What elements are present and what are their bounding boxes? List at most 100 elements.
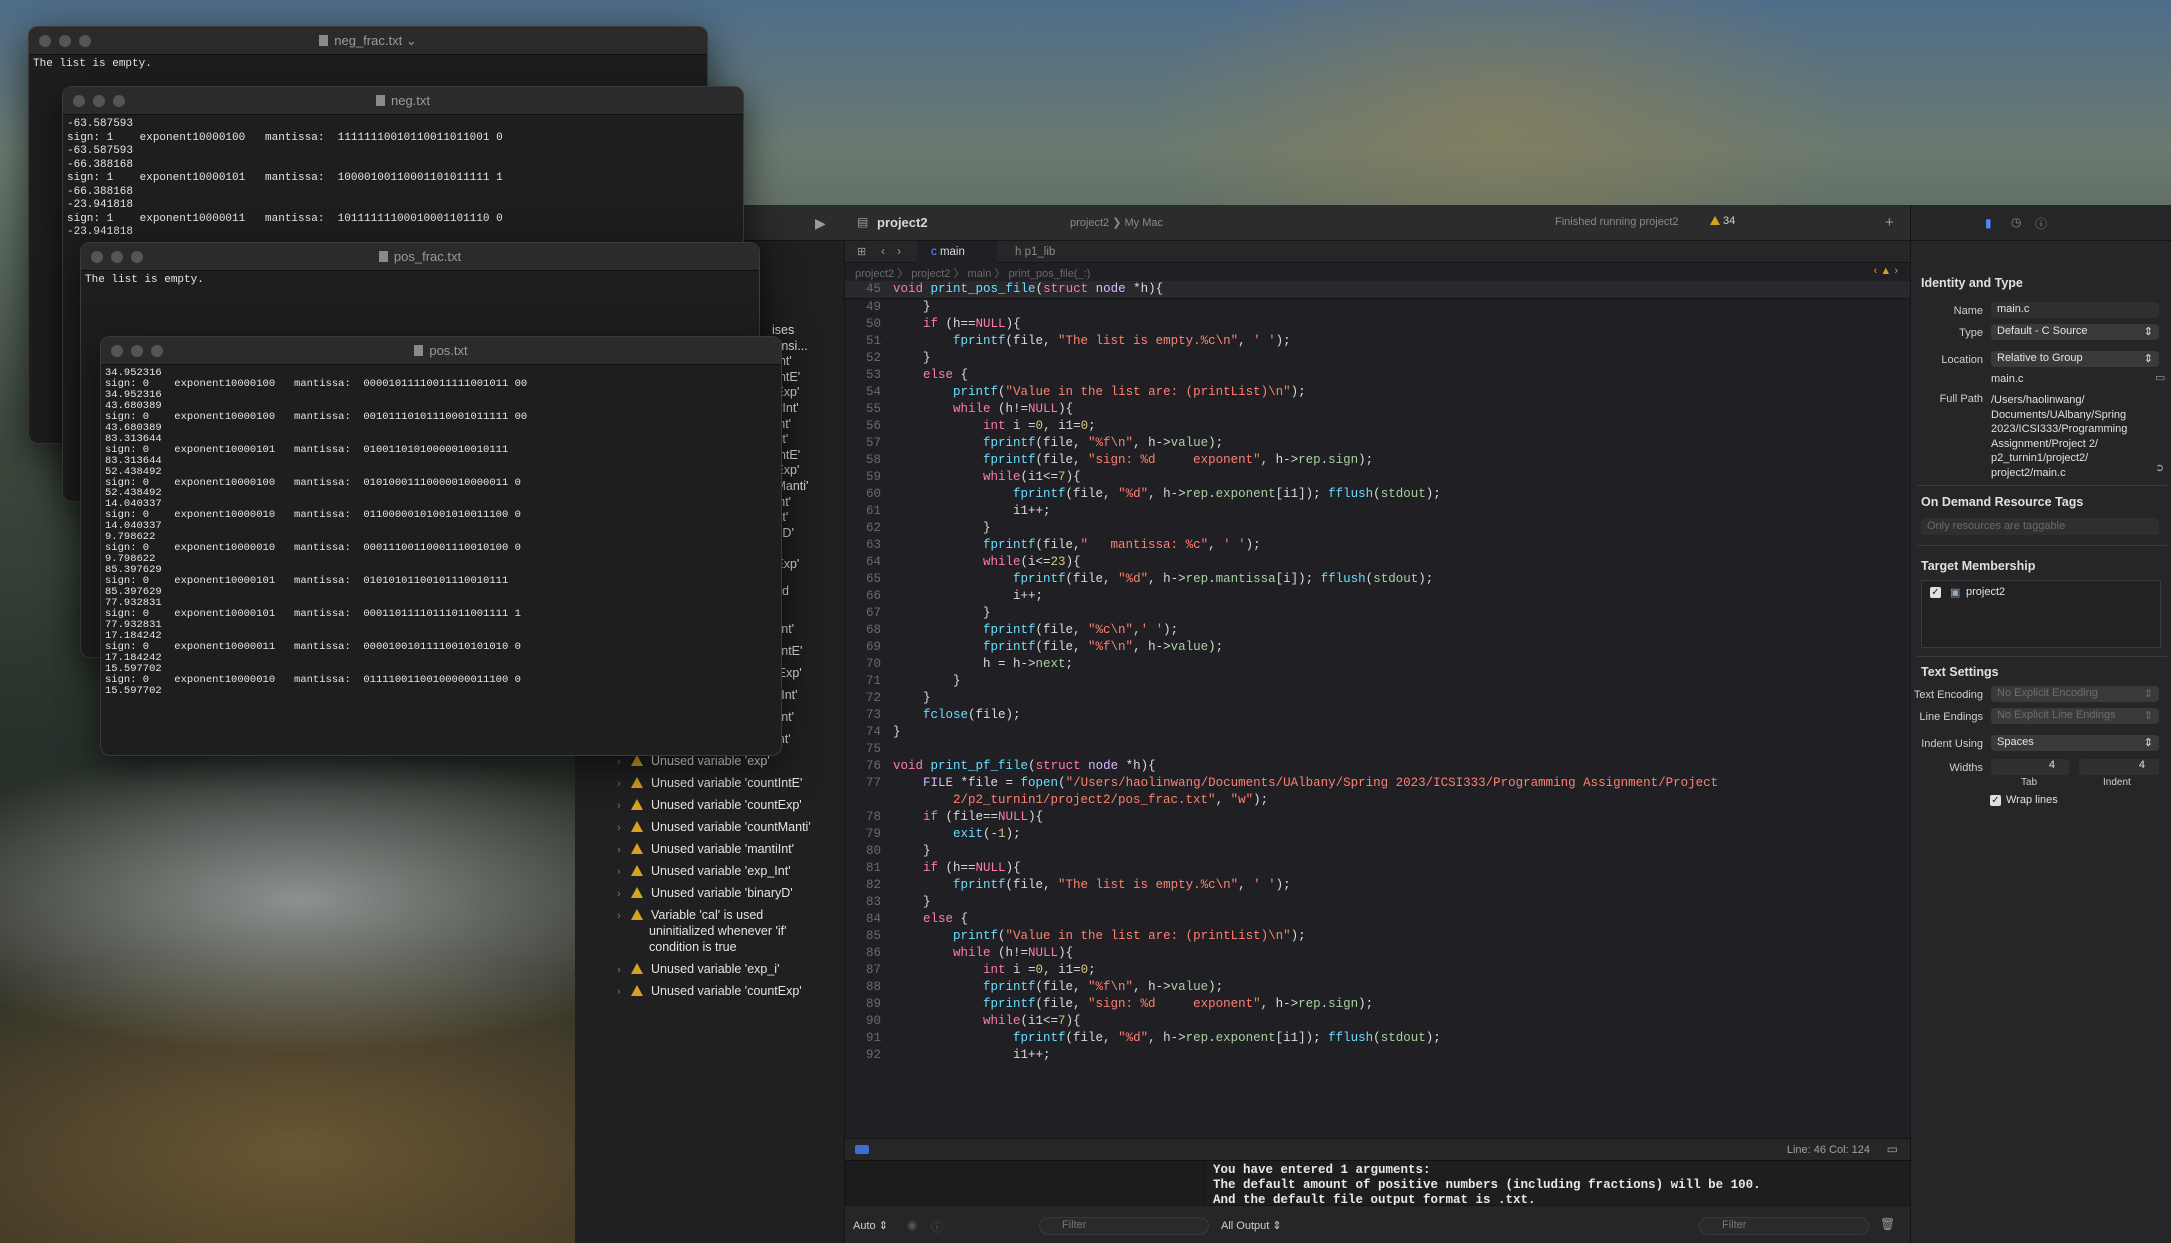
issue-label-partial[interactable]: iInt' [772,417,842,431]
issue-row[interactable]: › Unused variable 'exp_Int' [575,864,845,878]
disclosure-chevron-icon[interactable]: › [617,844,631,856]
issue-text: Variable 'cal' is used [651,908,764,922]
issue-label-partial[interactable]: ises [772,323,842,337]
identity-section-title: Identity and Type [1921,276,2023,290]
disclosure-chevron-icon[interactable]: › [617,756,631,768]
issue-row[interactable]: › Unused variable 'countManti' [575,820,845,834]
disclosure-chevron-icon[interactable]: › [617,986,631,998]
line-number: 74 [865,725,881,739]
disclosure-chevron-icon[interactable]: › [617,822,631,834]
eye-icon[interactable]: ◉ [907,1218,917,1232]
breadcrumb-warning-icon[interactable]: ‹ ▲ › [1874,265,1898,277]
console-filter[interactable]: Filter [1699,1217,1869,1235]
file-line: sign: 1 exponent10000100 mantissa: 11111… [67,131,503,144]
file-content[interactable]: -63.587593 sign: 1 exponent10000100 manti… [63,115,743,243]
issue-row[interactable]: › Unused variable 'countExp' [575,984,845,998]
fullpath-line: /Users/haolinwang/ [1991,394,2085,406]
issue-label-partial[interactable]: tExp' [772,557,842,571]
issue-label-partial[interactable]: tExp' [772,463,842,477]
name-field[interactable]: main.c [1991,302,2159,318]
issue-label-partial[interactable]: Int' [772,510,842,524]
code-line: 75 [845,741,1910,758]
type-label: Type [1959,327,1983,339]
tab-p1-lib[interactable]: h p1_lib [1015,246,1055,258]
file-line: 52.438492 [105,465,162,478]
breadcrumb[interactable]: project2 〉 project2 〉 main 〉 print_pos_f… [845,263,1910,280]
disclosure-chevron-icon[interactable]: › [617,964,631,976]
issue-label-partial[interactable]: 'unsi... [772,339,842,353]
issue-row[interactable]: › Unused variable 'exp_i' [575,962,845,976]
disclosure-chevron-icon[interactable]: › [617,910,631,922]
issue-row[interactable]: › Unused variable 'binaryD' [575,886,845,900]
disclosure-chevron-icon[interactable]: › [617,778,631,790]
code-line: 80 } [845,843,1910,860]
issue-label-partial[interactable]: ryD' [772,526,842,540]
issue-label-partial[interactable]: ryInt' [772,401,842,415]
disclosure-chevron-icon[interactable]: › [617,800,631,812]
code-lines[interactable]: 49 } 50 if (h==NULL){51 fprintf(file, "Th… [845,299,1910,1139]
issue-label-partial[interactable]: tManti' [772,479,842,493]
tab-width-field[interactable]: 4 [1991,759,2069,775]
window-title: pos.txt [101,343,781,358]
file-content[interactable]: The list is empty. [81,271,759,291]
history-icon[interactable]: ◷ [2011,215,2021,229]
activity-status: Finished running project2 [1555,216,1679,228]
issue-row[interactable]: › Unused variable 'mantiInt' [575,842,845,856]
disclosure-chevron-icon[interactable]: › [617,888,631,900]
issue-label-partial[interactable]: iInt' [772,495,842,509]
output-select[interactable]: All Output ⇕ [1221,1219,1282,1232]
encoding-select[interactable]: No Explicit Encoding ⇕ [1991,686,2159,702]
issue-row[interactable]: › Variable 'cal' is used [575,908,845,922]
variables-filter[interactable]: Filter [1039,1217,1209,1235]
line-number: 64 [865,555,881,569]
issue-text: Unused variable 'exp_Int' [651,864,791,878]
indent-select[interactable]: Spaces ⇕ [1991,735,2159,751]
hide-debug-icon[interactable]: ▭ [1887,1142,1898,1156]
indent-width-field[interactable]: 4 [2079,759,2159,775]
file-content[interactable]: The list is empty. [29,55,707,75]
disclosure-chevron-icon[interactable]: › [617,866,631,878]
debug-area-icon[interactable] [855,1145,869,1154]
file-content[interactable]: 34.952316 sign: 0 exponent10000100 mantis… [101,365,781,700]
back-icon[interactable]: ‹ [881,244,885,258]
code-line: 87 int i =0, i1=0; [845,962,1910,979]
trash-icon[interactable]: 🗑 [1880,1217,1895,1231]
scheme-selector[interactable]: project2 ❯ My Mac [1070,216,1163,229]
issue-label-partial[interactable]: tExp' [772,385,842,399]
forward-icon[interactable]: › [897,244,901,258]
tags-field[interactable]: Only resources are taggable [1921,518,2159,535]
issue-label-partial[interactable]: Int' [772,432,842,446]
target-checkbox[interactable]: ✓ [1930,587,1941,598]
issue-label-partial[interactable]: tIntE' [772,370,842,384]
endings-select[interactable]: No Explicit Line Endings ⇕ [1991,708,2159,724]
type-select[interactable]: Default - C Source ⇕ [1991,324,2159,340]
auto-select[interactable]: Auto ⇕ [853,1219,888,1232]
window-title: neg_frac.txt ⌄ [29,33,707,49]
issue-label-partial[interactable]: tInt' [772,354,842,368]
add-icon[interactable]: + [1885,214,1894,231]
help-icon[interactable]: ⓘ [2035,215,2047,232]
issue-row[interactable]: › Unused variable 'exp' [575,754,845,768]
document-icon [378,251,388,262]
line-number: 76 [865,759,881,773]
issue-label-partial[interactable]: i' [772,541,842,555]
run-icon[interactable]: ▶ [815,215,826,232]
code-line: 86 while (h!=NULL){ [845,945,1910,962]
issue-label-partial[interactable]: tIntE' [772,448,842,462]
grid-icon[interactable]: ⊞ [857,245,866,258]
issue-row[interactable]: › Unused variable 'countIntE' [575,776,845,790]
code-editor[interactable]: ⊞ ‹ › c main h p1_lib project2 〉 project… [845,241,1910,1161]
folder-icon[interactable]: ▭ [2155,371,2165,384]
wrap-checkbox[interactable]: ✓ [1990,795,2001,806]
location-select[interactable]: Relative to Group ⇕ [1991,351,2159,367]
reveal-arrow-icon[interactable]: ➲ [2155,461,2164,474]
code-line: 57 fprintf(file, "%f\n", h->value); [845,435,1910,452]
warning-count[interactable]: 34 [1710,215,1735,227]
line-number: 68 [865,623,881,637]
file-line: 14.040337 [105,520,162,533]
warning-icon [631,985,643,996]
info-icon[interactable]: ⓘ [931,1218,943,1235]
file-inspector-icon[interactable]: ▮ [1985,216,1992,230]
issue-row[interactable]: › Unused variable 'countExp' [575,798,845,812]
tab-main[interactable]: c main [917,241,997,263]
